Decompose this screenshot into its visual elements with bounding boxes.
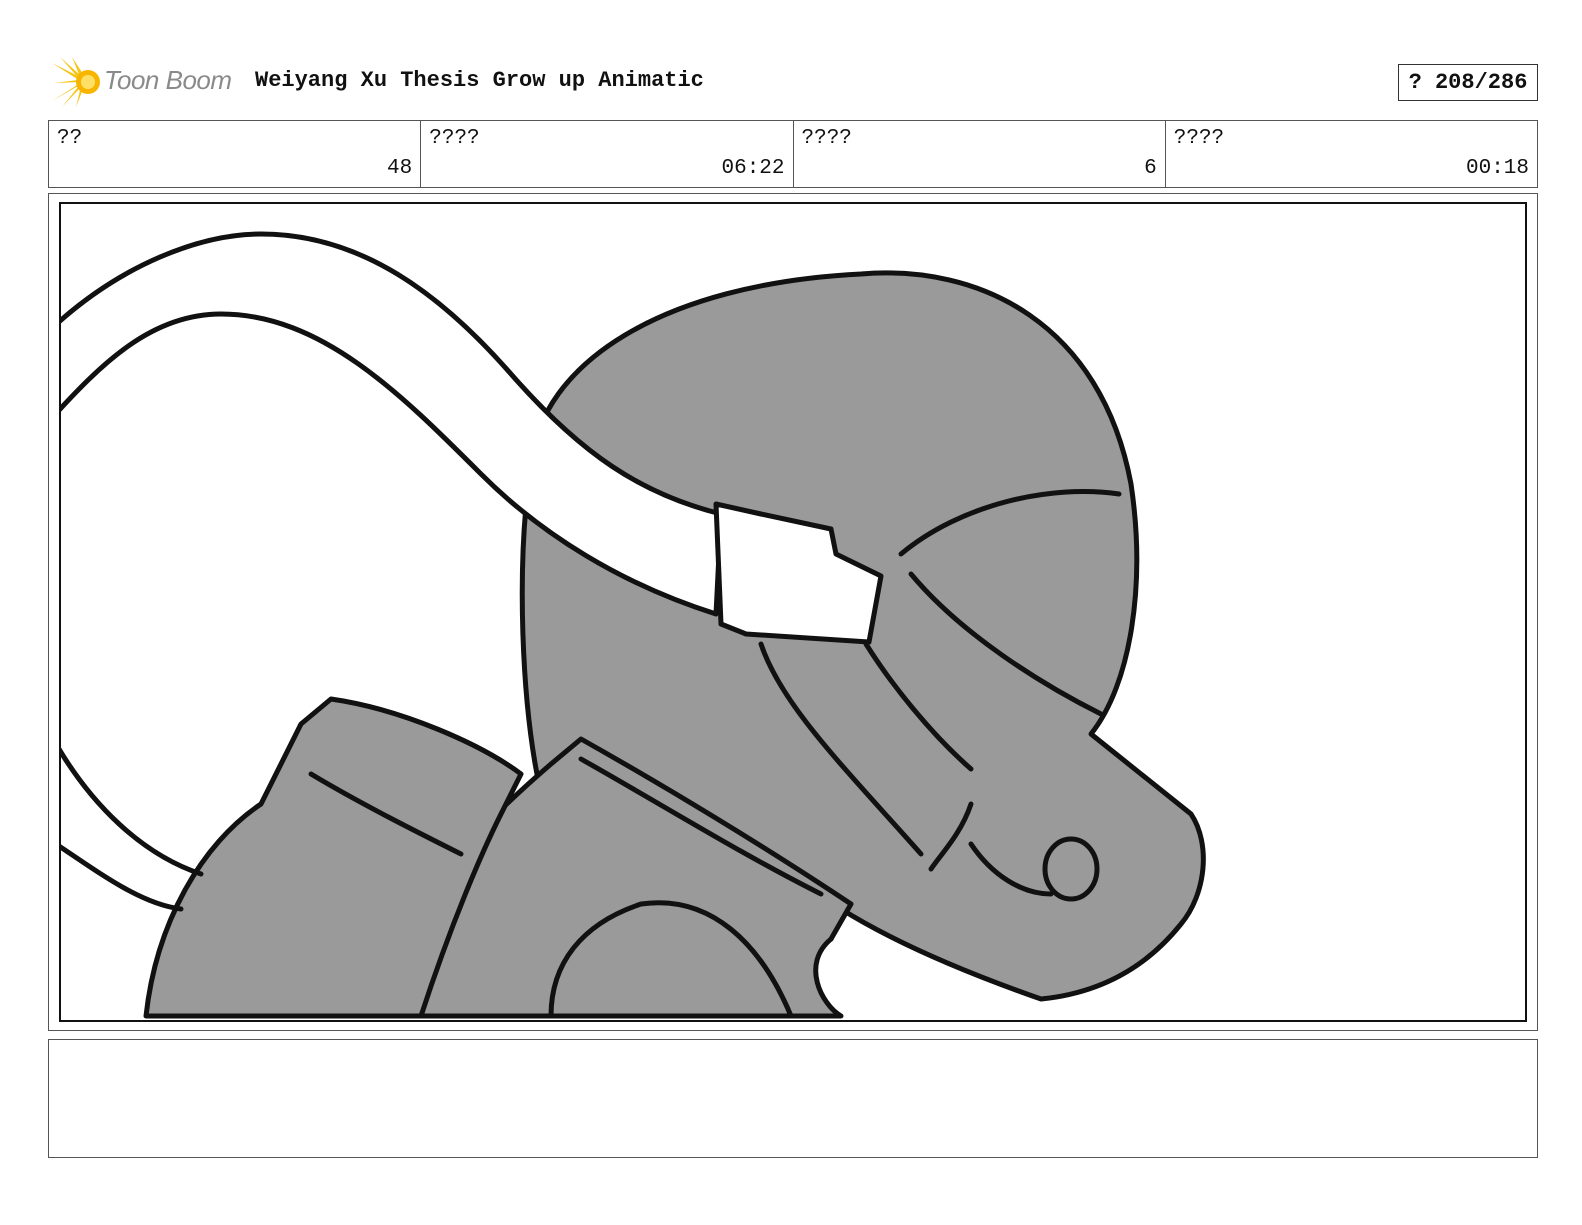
info-cell-scene-duration: ???? 06:22 <box>421 121 794 187</box>
info-label: ?? <box>57 127 83 150</box>
info-label: ???? <box>429 127 480 150</box>
info-cell-panel: ???? 6 <box>794 121 1166 187</box>
panel-drawing-frame <box>59 202 1527 1022</box>
sketch-drawing <box>61 231 1206 1019</box>
project-title: Weiyang Xu Thesis Grow up Animatic <box>255 68 704 93</box>
info-cell-panel-duration: ???? 00:18 <box>1166 121 1537 187</box>
info-cell-scene: ?? 48 <box>49 121 422 187</box>
info-value: 6 <box>1144 157 1157 180</box>
panel-info-row: ?? 48 ???? 06:22 ???? 6 ???? 00:18 <box>48 120 1538 188</box>
info-value: 00:18 <box>1465 157 1529 180</box>
starburst-icon <box>52 57 100 107</box>
info-label: ???? <box>1173 127 1225 150</box>
info-label: ???? <box>801 127 852 150</box>
panel-notes-box <box>48 1039 1538 1158</box>
page-counter: ? 208/286 <box>1398 64 1538 101</box>
info-value: 06:22 <box>721 157 785 180</box>
info-value: 48 <box>387 157 413 180</box>
logo-wordmark: Toon Boom <box>104 65 232 95</box>
storyboard-panel <box>48 193 1538 1031</box>
toon-boom-logo: Toon Boom <box>52 57 242 107</box>
